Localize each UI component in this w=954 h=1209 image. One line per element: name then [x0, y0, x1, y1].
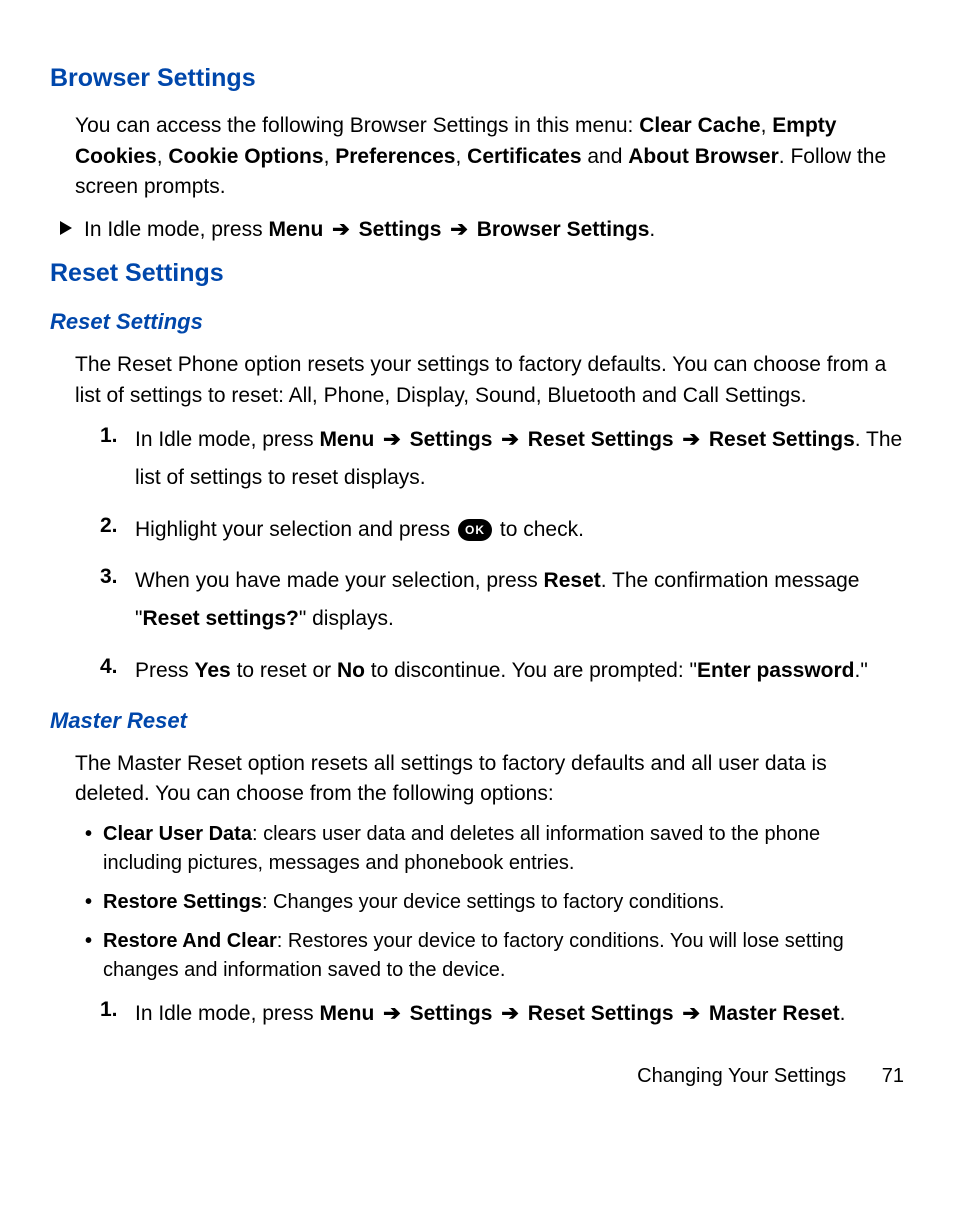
- master-reset-intro: The Master Reset option resets all setti…: [75, 749, 904, 810]
- step-3: 3. When you have made your selection, pr…: [100, 562, 904, 638]
- bold-term: About Browser: [628, 145, 779, 168]
- step-content: Press Yes to reset or No to discontinue.…: [135, 652, 904, 690]
- list-item: Clear User Data: clears user data and de…: [85, 820, 904, 878]
- nav-label: Master Reset: [709, 1002, 840, 1025]
- step-content: Highlight your selection and press OK to…: [135, 511, 904, 549]
- master-reset-steps: 1. In Idle mode, press Menu ➔ Settings ➔…: [100, 995, 904, 1033]
- nav-label: Reset Settings: [709, 428, 855, 451]
- arrow-icon: ➔: [682, 1002, 700, 1025]
- confirm-msg: Reset settings?: [142, 607, 298, 630]
- reset-steps: 1. In Idle mode, press Menu ➔ Settings ➔…: [100, 421, 904, 690]
- text: ,: [761, 114, 773, 137]
- settings-label: Settings: [359, 218, 442, 241]
- section-title: Changing Your Settings: [637, 1065, 846, 1087]
- text: to check.: [500, 518, 584, 541]
- bold-term: Certificates: [467, 145, 581, 168]
- text: and: [582, 145, 629, 168]
- option-name: Restore Settings: [103, 891, 262, 913]
- menu-label: Menu: [319, 1002, 374, 1025]
- step-number: 4.: [100, 652, 135, 682]
- browser-nav-step: In Idle mode, press Menu ➔ Settings ➔ Br…: [60, 215, 904, 245]
- no-label: No: [337, 659, 365, 682]
- target-label: Browser Settings: [477, 218, 650, 241]
- step-1: 1. In Idle mode, press Menu ➔ Settings ➔…: [100, 421, 904, 497]
- reset-intro: The Reset Phone option resets your setti…: [75, 350, 904, 411]
- arrow-icon: ➔: [450, 218, 468, 241]
- option-desc: : Changes your device settings to factor…: [262, 891, 724, 913]
- text: You can access the following Browser Set…: [75, 114, 639, 137]
- text: Press: [135, 659, 195, 682]
- settings-label: Settings: [410, 1002, 493, 1025]
- step-content: In Idle mode, press Menu ➔ Settings ➔ Re…: [135, 995, 904, 1033]
- text: " displays.: [299, 607, 394, 630]
- step-4: 4. Press Yes to reset or No to discontin…: [100, 652, 904, 690]
- master-reset-subheading: Master Reset: [50, 705, 904, 737]
- reset-settings-subheading: Reset Settings: [50, 306, 904, 338]
- step-content: In Idle mode, press Menu ➔ Settings ➔ Re…: [135, 421, 904, 497]
- arrow-icon: ➔: [383, 1002, 401, 1025]
- step-1: 1. In Idle mode, press Menu ➔ Settings ➔…: [100, 995, 904, 1033]
- arrow-icon: ➔: [383, 428, 401, 451]
- bold-term: Clear Cache: [639, 114, 760, 137]
- option-name: Restore And Clear: [103, 930, 277, 952]
- browser-settings-heading: Browser Settings: [50, 60, 904, 96]
- arrow-icon: ➔: [501, 428, 519, 451]
- step-content: When you have made your selection, press…: [135, 562, 904, 638]
- bold-term: Preferences: [335, 145, 455, 168]
- step-number: 2.: [100, 511, 135, 541]
- prompt-msg: Enter password: [697, 659, 855, 682]
- text: In Idle mode, press: [84, 218, 268, 241]
- text: .": [855, 659, 868, 682]
- master-reset-options: Clear User Data: clears user data and de…: [85, 820, 904, 985]
- arrow-icon: ➔: [682, 428, 700, 451]
- nav-text: In Idle mode, press Menu ➔ Settings ➔ Br…: [84, 215, 904, 245]
- menu-label: Menu: [319, 428, 374, 451]
- page-number: 71: [882, 1065, 904, 1087]
- list-item: Restore Settings: Changes your device se…: [85, 888, 904, 917]
- step-number: 3.: [100, 562, 135, 592]
- text: In Idle mode, press: [135, 428, 319, 451]
- list-item: Restore And Clear: Restores your device …: [85, 927, 904, 985]
- step-2: 2. Highlight your selection and press OK…: [100, 511, 904, 549]
- text: ,: [324, 145, 336, 168]
- bold-term: Cookie Options: [168, 145, 323, 168]
- text: When you have made your selection, press: [135, 569, 544, 592]
- page-footer: Changing Your Settings 71: [50, 1062, 904, 1091]
- text: Highlight your selection and press: [135, 518, 456, 541]
- step-number: 1.: [100, 421, 135, 451]
- yes-label: Yes: [195, 659, 231, 682]
- reset-label: Reset: [544, 569, 601, 592]
- text: .: [649, 218, 655, 241]
- menu-label: Menu: [268, 218, 323, 241]
- nav-label: Reset Settings: [528, 1002, 674, 1025]
- text: ,: [455, 145, 467, 168]
- text: .: [840, 1002, 846, 1025]
- nav-label: Reset Settings: [528, 428, 674, 451]
- ok-button-icon: OK: [458, 519, 492, 541]
- reset-settings-heading: Reset Settings: [50, 255, 904, 291]
- browser-intro: You can access the following Browser Set…: [75, 111, 904, 202]
- text: to discontinue. You are prompted: ": [365, 659, 697, 682]
- text: In Idle mode, press: [135, 1002, 319, 1025]
- settings-label: Settings: [410, 428, 493, 451]
- triangle-bullet-icon: [60, 221, 72, 235]
- arrow-icon: ➔: [332, 218, 350, 241]
- text: to reset or: [231, 659, 337, 682]
- step-number: 1.: [100, 995, 135, 1025]
- option-name: Clear User Data: [103, 823, 252, 845]
- arrow-icon: ➔: [501, 1002, 519, 1025]
- text: ,: [157, 145, 169, 168]
